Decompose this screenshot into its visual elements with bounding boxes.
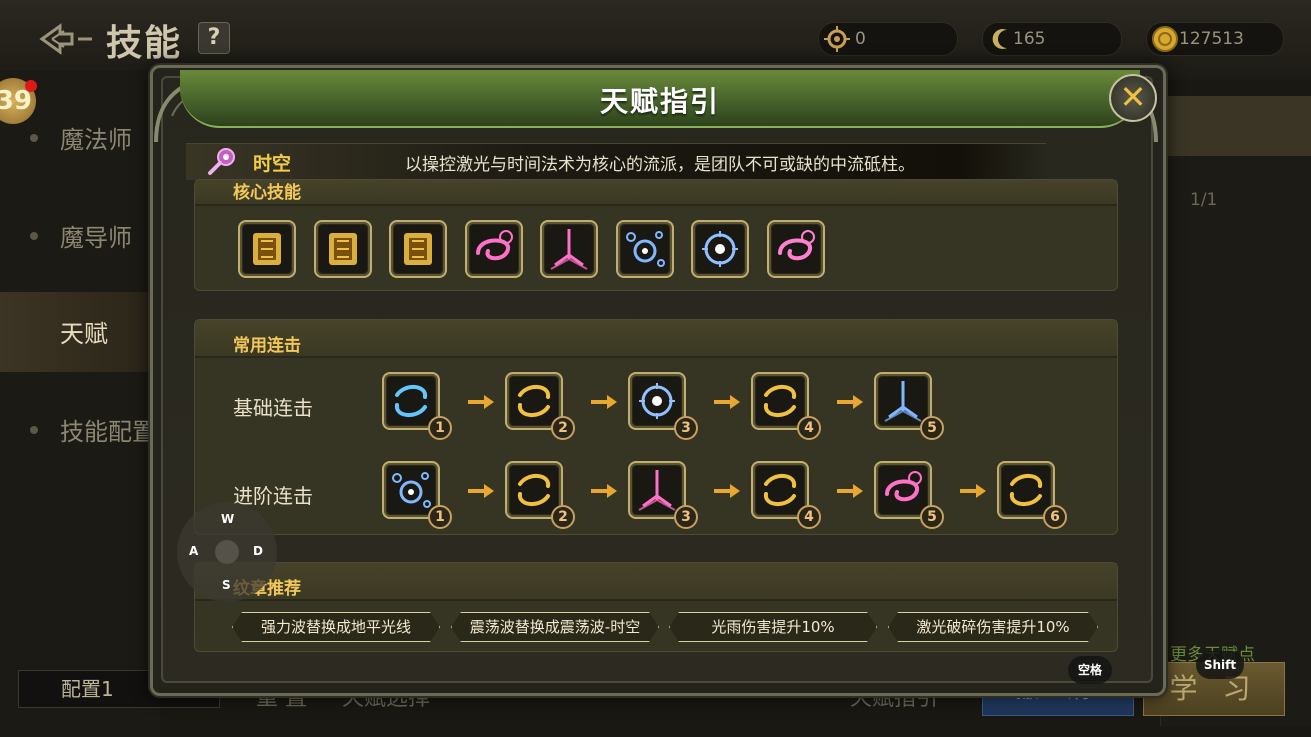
gold-scroll-icon — [318, 225, 367, 273]
section-header — [195, 180, 1117, 206]
page-title: 技能 — [106, 23, 183, 64]
arrow-right-icon — [960, 484, 986, 498]
target-icon — [824, 26, 850, 52]
arrow-right-icon — [714, 395, 740, 409]
arrow-right-icon — [468, 484, 494, 498]
blue-time-orb-icon — [696, 225, 744, 273]
movement-dpad[interactable]: W A D S — [177, 502, 277, 602]
blue-orb-burst-icon — [387, 466, 435, 514]
key-d: D — [253, 544, 263, 558]
emblem-recommendation: 光雨伤害提升10% — [669, 612, 877, 642]
arrow-right-icon — [591, 395, 617, 409]
section-header — [195, 563, 1117, 601]
class-description: 以操控激光与时间法术为核心的流派，是团队不可或缺的中流砥柱。 — [405, 155, 915, 175]
bullet-icon — [30, 232, 38, 240]
sidebar-item-skill-config[interactable]: 技能配置 — [0, 390, 160, 470]
talent-count: 1/1 — [1190, 190, 1218, 210]
talent-detail-panel — [1160, 96, 1311, 726]
bullet-icon — [30, 134, 38, 142]
target-currency: 0 — [818, 22, 958, 56]
basic-combo-label: 基础连击 — [233, 396, 313, 420]
moon-icon — [992, 29, 1007, 50]
gold-swirl-icon — [756, 377, 804, 425]
emblem-recommendation: 震荡波替换成震荡波-时空 — [451, 612, 659, 642]
section-title: 核心技能 — [233, 183, 301, 203]
combo-step-number: 1 — [428, 416, 452, 440]
bullet-icon — [30, 426, 38, 434]
combo-step-number: 4 — [797, 505, 821, 529]
target-currency-value: 0 — [855, 29, 866, 49]
arrow-right-icon — [468, 395, 494, 409]
sidebar-item-archmage[interactable]: 魔导师 — [0, 196, 160, 276]
key-s: S — [222, 578, 231, 592]
arrow-right-icon — [837, 395, 863, 409]
space-key-hint: 空格 — [1068, 656, 1112, 684]
pink-vortex-icon — [879, 466, 927, 514]
skill-slot[interactable] — [464, 220, 523, 278]
sidebar-item-label: 魔导师 — [60, 224, 132, 252]
section-title: 常用连击 — [233, 336, 301, 356]
blue-time-orb-icon — [633, 377, 681, 425]
close-button[interactable]: ✕ — [1109, 74, 1157, 122]
moon-currency-value: 165 — [1013, 29, 1046, 49]
combo-step-number: 4 — [797, 416, 821, 440]
pink-strike-icon — [633, 466, 681, 514]
blue-swirl-icon — [387, 377, 435, 425]
gold-coin-icon — [1152, 26, 1178, 52]
config-label: 配置1 — [61, 677, 114, 701]
dpad-center — [215, 540, 239, 564]
pink-vortex-icon — [469, 225, 518, 273]
combo-step-number: 5 — [920, 505, 944, 529]
gold-swirl-icon — [756, 466, 804, 514]
arrow-right-icon — [714, 484, 740, 498]
section-header — [195, 320, 1117, 358]
sidebar-item-talent[interactable]: 天赋 — [0, 292, 160, 372]
arrow-right-icon — [591, 484, 617, 498]
gold-currency-value: 127513 — [1179, 29, 1244, 49]
shift-key-hint: Shift — [1196, 651, 1244, 679]
emblem-recommendation: 激光破碎伤害提升10% — [888, 612, 1098, 642]
skill-slot[interactable] — [615, 220, 674, 278]
skill-slot[interactable] — [389, 220, 447, 278]
emblem-recommendation: 强力波替换成地平光线 — [232, 612, 440, 642]
skill-slot[interactable] — [540, 220, 598, 278]
combo-step-number: 2 — [551, 416, 575, 440]
back-arrow-icon[interactable] — [38, 22, 94, 56]
key-w: W — [221, 512, 235, 526]
combo-step-number: 3 — [674, 505, 698, 529]
combo-step-number: 1 — [428, 505, 452, 529]
gold-scroll-icon — [394, 225, 442, 273]
combo-step-number: 6 — [1043, 505, 1067, 529]
blue-orb-burst-icon — [620, 225, 669, 273]
hourglass-key-icon — [208, 148, 235, 175]
arrow-right-icon — [837, 484, 863, 498]
key-a: A — [189, 544, 199, 558]
class-name: 时空 — [253, 153, 292, 175]
combo-step-number: 5 — [920, 416, 944, 440]
help-button[interactable]: ? — [198, 22, 230, 54]
pink-strike-icon — [545, 225, 593, 273]
pink-spiral-icon — [771, 225, 820, 273]
combo-step-number: 3 — [674, 416, 698, 440]
gold-swirl-icon — [510, 466, 558, 514]
gold-currency: 127513 — [1146, 22, 1284, 56]
sidebar-item-label: 技能配置 — [60, 418, 156, 446]
notification-dot — [25, 80, 37, 92]
dialog-title: 天赋指引 — [599, 85, 720, 118]
gold-swirl-icon — [1002, 466, 1050, 514]
sidebar-item-label: 天赋 — [60, 320, 108, 348]
skill-slot[interactable] — [691, 220, 749, 278]
gold-swirl-icon — [510, 377, 558, 425]
moon-currency: 165 — [982, 22, 1122, 56]
talent-detail-header — [1160, 96, 1311, 156]
skill-slot[interactable] — [766, 220, 825, 278]
skill-slot[interactable] — [238, 220, 296, 278]
gold-scroll-icon — [243, 225, 291, 273]
skill-slot[interactable] — [313, 220, 372, 278]
blue-strike-icon — [879, 377, 927, 425]
combo-step-number: 2 — [551, 505, 575, 529]
sidebar-item-label: 魔法师 — [60, 126, 132, 154]
